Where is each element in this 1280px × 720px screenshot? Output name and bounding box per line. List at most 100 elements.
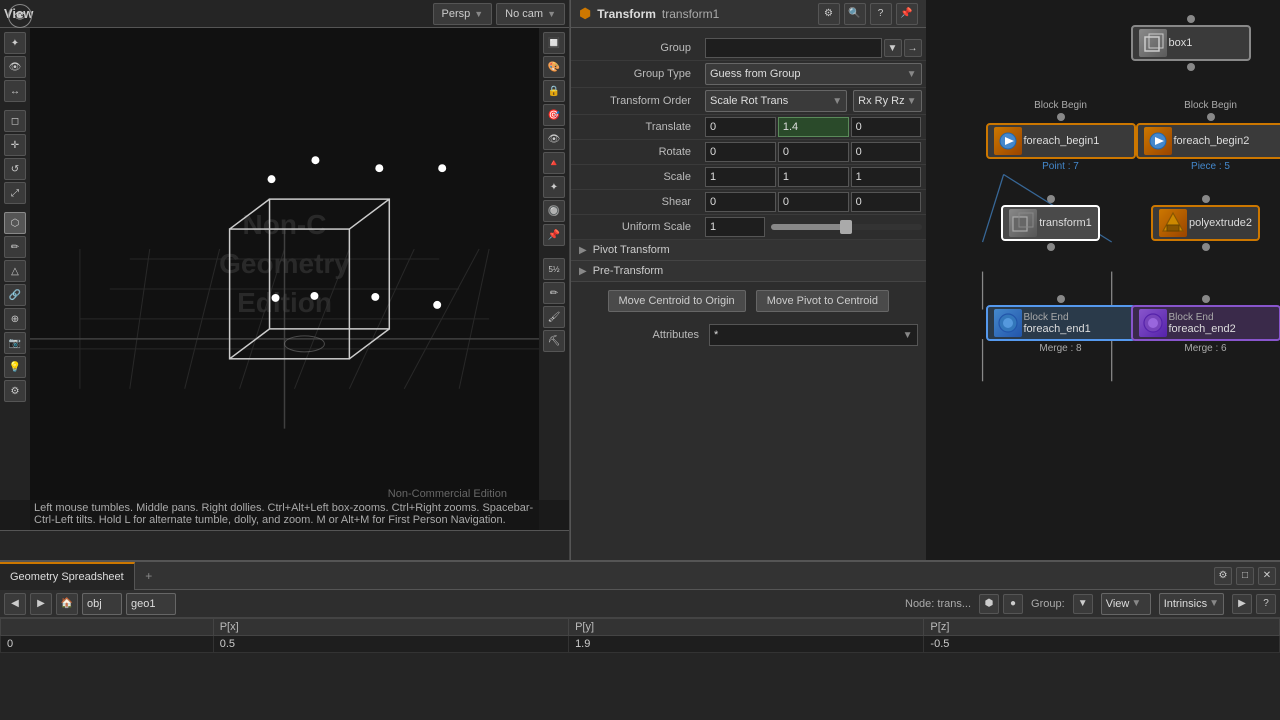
group-type-select[interactable]: Guess from Group ▼ [705, 63, 922, 85]
play-btn[interactable]: ▶ [1232, 594, 1252, 614]
forward-btn[interactable]: ▶ [30, 593, 52, 615]
group-arrow-btn[interactable]: → [904, 39, 922, 57]
foreach-end1-label: foreach_end1 [1024, 323, 1091, 335]
node-icon-btn[interactable]: ⬢ [979, 594, 999, 614]
pivot-arrow: ▶ [579, 245, 587, 256]
polyextrude2-box[interactable]: polyextrude2 [1151, 205, 1260, 241]
node-graph: box1 Block Begin foreach_begin1 Point : … [926, 0, 1280, 560]
move-pivot-btn[interactable]: Move Pivot to Centroid [756, 290, 889, 312]
rotate-y-field[interactable]: 0 [778, 142, 849, 162]
viewport-toolbar-top: 👁 View Persp ▼ No cam ▼ [0, 0, 569, 28]
tab-settings-btn[interactable]: ⚙ [1214, 567, 1232, 585]
translate-y-field[interactable]: 1.4 [778, 117, 849, 137]
shear-x-field[interactable]: 0 [705, 192, 776, 212]
group-label: Group: [1031, 598, 1065, 610]
transform-order-select[interactable]: Scale Rot Trans ▼ [705, 90, 847, 112]
pin-icon[interactable]: 📌 [896, 3, 918, 25]
snap-opt[interactable]: 🎯 [543, 104, 565, 126]
obj-path[interactable]: obj [82, 593, 122, 615]
group-filter-btn[interactable]: ▼ [1073, 594, 1093, 614]
uniform-scale-field[interactable]: 1 [705, 217, 765, 237]
display-opt[interactable]: 🔲 [543, 32, 565, 54]
prim-tool[interactable]: △ [4, 260, 26, 282]
attributes-field[interactable]: * ▼ [709, 324, 918, 346]
transform1-box[interactable]: transform1 [1001, 205, 1100, 241]
move-tool[interactable]: ✛ [4, 134, 26, 156]
rotate-z-field[interactable]: 0 [851, 142, 922, 162]
scale-tool[interactable]: ⤢ [4, 182, 26, 204]
light-opt[interactable]: 🔒 [543, 80, 565, 102]
group-field[interactable] [705, 38, 882, 58]
tab-collapse-btn[interactable]: □ [1236, 567, 1254, 585]
scale-z-field[interactable]: 1 [851, 167, 922, 187]
transform-tool[interactable]: ↔ [4, 80, 26, 102]
pick-opt[interactable]: ⛏ [543, 330, 565, 352]
extra-tool[interactable]: ⚙ [4, 380, 26, 402]
settings-icon[interactable]: ⚙ [818, 3, 840, 25]
num-opt[interactable]: 5½ [543, 258, 565, 280]
slider-thumb[interactable] [840, 220, 852, 234]
foreach-begin2-box[interactable]: foreach_begin2 [1136, 123, 1280, 159]
back-btn[interactable]: ◀ [4, 593, 26, 615]
shear-y-field[interactable]: 0 [778, 192, 849, 212]
vis-opt[interactable]: 👁 [543, 128, 565, 150]
move-centroid-btn[interactable]: Move Centroid to Origin [608, 290, 746, 312]
foreach-begin2-node[interactable]: Block Begin foreach_begin2 Piece : 5 [1126, 100, 1280, 172]
orient-opt[interactable]: 🔘 [543, 200, 565, 222]
translate-z-field[interactable]: 0 [851, 117, 922, 137]
select-tool[interactable]: ✦ [4, 32, 26, 54]
box1-icon [1139, 29, 1167, 57]
select-obj[interactable]: ◻ [4, 110, 26, 132]
box1-box[interactable]: box1 [1131, 25, 1251, 61]
handle-tool[interactable]: ⊕ [4, 308, 26, 330]
geo-opt[interactable]: 🔺 [543, 152, 565, 174]
rotate-x-field[interactable]: 0 [705, 142, 776, 162]
particle-opt[interactable]: ✦ [543, 176, 565, 198]
foreach-end2-box[interactable]: Block End foreach_end2 [1131, 305, 1280, 341]
rotate-tool[interactable]: ↺ [4, 158, 26, 180]
rot-order-select[interactable]: Rx Ry Rz ▼ [853, 90, 921, 112]
pre-transform-section[interactable]: ▶ Pre-Transform [571, 261, 926, 282]
polyextrude2-top-port [1202, 195, 1210, 203]
transform1-node[interactable]: transform1 [976, 195, 1126, 251]
polyextrude2-node[interactable]: polyextrude2 [1126, 195, 1280, 251]
group-type-row: Group Type Guess from Group ▼ [571, 61, 926, 88]
add-tab-btn[interactable]: + [135, 562, 163, 590]
foreach-begin1-node[interactable]: Block Begin foreach_begin1 Point : 7 [976, 100, 1146, 172]
paint-opt[interactable]: 🖌 [543, 306, 565, 328]
view-tool[interactable]: 👁 [4, 56, 26, 78]
foreach-begin1-box[interactable]: foreach_begin1 [986, 123, 1136, 159]
edit-tool[interactable]: ✏ [4, 236, 26, 258]
camera-tool[interactable]: 📷 [4, 332, 26, 354]
obj-tool[interactable]: ⬡ [4, 212, 26, 234]
scale-y-field[interactable]: 1 [778, 167, 849, 187]
rotate-row: Rotate 0 0 0 [571, 140, 926, 165]
edit-opt[interactable]: ✏ [543, 282, 565, 304]
cam-dropdown[interactable]: No cam ▼ [496, 3, 565, 25]
search-icon[interactable]: 🔍 [844, 3, 866, 25]
help-icon[interactable]: ? [870, 3, 892, 25]
persp-dropdown[interactable]: Persp ▼ [433, 3, 493, 25]
group-dropdown-btn[interactable]: ▼ [884, 39, 902, 57]
home-btn[interactable]: 🏠 [56, 593, 78, 615]
geometry-spreadsheet-tab[interactable]: Geometry Spreadsheet [0, 562, 135, 590]
snap-tool[interactable]: 🔗 [4, 284, 26, 306]
scale-x-field[interactable]: 1 [705, 167, 776, 187]
uniform-scale-label: Uniform Scale [571, 221, 701, 233]
foreach-end1-box[interactable]: Block End foreach_end1 [986, 305, 1136, 341]
view-select[interactable]: View ▼ [1101, 593, 1151, 615]
tab-close-btn[interactable]: ✕ [1258, 567, 1276, 585]
node-dot-btn[interactable]: ● [1003, 594, 1023, 614]
help-spreadsheet-btn[interactable]: ? [1256, 594, 1276, 614]
light-tool[interactable]: 💡 [4, 356, 26, 378]
shear-z-field[interactable]: 0 [851, 192, 922, 212]
geo-path[interactable]: geo1 [126, 593, 176, 615]
uniform-scale-slider[interactable] [771, 224, 922, 230]
foreach-end2-node[interactable]: Block End foreach_end2 Merge : 6 [1121, 295, 1280, 354]
pivot-transform-section[interactable]: ▶ Pivot Transform [571, 240, 926, 261]
translate-x-field[interactable]: 0 [705, 117, 776, 137]
render-opt[interactable]: 🎨 [543, 56, 565, 78]
box1-node[interactable]: box1 [1126, 15, 1256, 71]
pin-opt[interactable]: 📌 [543, 224, 565, 246]
intrinsics-select[interactable]: Intrinsics ▼ [1159, 593, 1224, 615]
